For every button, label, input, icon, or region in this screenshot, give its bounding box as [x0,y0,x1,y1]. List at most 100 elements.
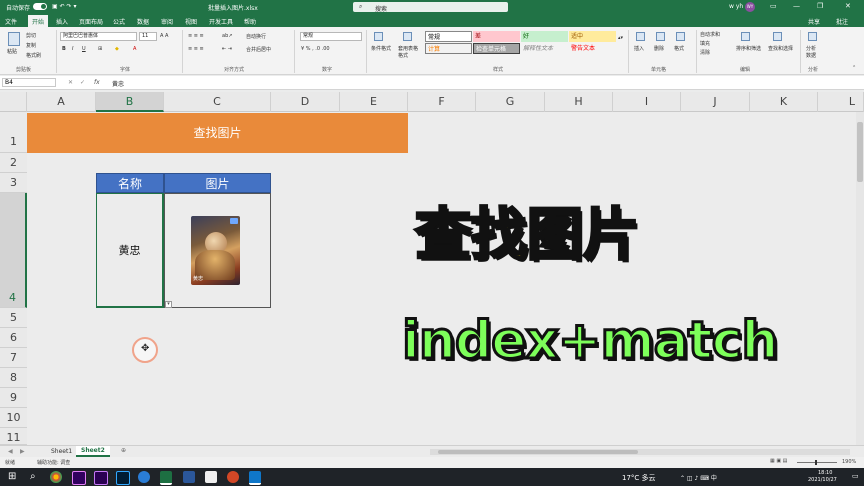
font-name-select[interactable]: 阿里巴巴普惠体 [60,32,137,41]
photoshop-icon[interactable] [116,471,130,485]
column-header[interactable]: D [271,92,340,112]
align-left-icon[interactable]: ≡ ≡ ≡ [188,46,204,52]
prev-sheet-icon[interactable]: ◀ [8,448,13,455]
tray-icons[interactable]: ⌃ ◫ ♪ ⌨ 中 [680,473,717,482]
column-header[interactable]: I [613,92,681,112]
row-header[interactable]: 6 [0,328,27,348]
column-header[interactable]: C [164,92,271,112]
row-header[interactable]: 1 [0,112,27,153]
row-header[interactable]: 10 [0,408,27,428]
row-header[interactable]: 8 [0,368,27,388]
font-color-icon[interactable]: A [133,46,136,52]
sort-filter-icon[interactable] [741,32,750,41]
row-header[interactable]: 5 [0,308,27,328]
chrome-icon[interactable] [50,471,62,483]
column-header[interactable]: A [27,92,96,112]
analyze-data-button[interactable]: 分析数据 [806,45,820,59]
weather-status[interactable]: 17°C 多云 [622,473,656,483]
sheet-tab-active[interactable]: Sheet2 [76,446,110,457]
format-cells-icon[interactable] [676,32,685,41]
recorder-icon[interactable] [249,471,261,485]
excel-icon[interactable] [160,471,172,485]
search-icon[interactable]: ⌕ [30,471,36,482]
orientation-icon[interactable]: ab↗ [222,33,232,39]
premiere-icon[interactable] [72,471,86,485]
row-header[interactable]: 11 [0,428,27,445]
row-header[interactable]: 9 [0,388,27,408]
comment-button[interactable]: 批注 [836,17,848,26]
add-sheet-icon[interactable]: ⊕ [121,447,126,454]
column-header[interactable]: J [681,92,750,112]
styles-more-icon[interactable]: ▴▾ [618,35,623,41]
zoom-level[interactable]: 190% [842,459,856,465]
notification-icon[interactable]: ▭ [852,472,859,480]
restore-icon[interactable]: ❐ [817,2,823,10]
horizontal-scrollbar[interactable] [430,449,850,455]
column-header[interactable]: H [545,92,613,112]
style-check-cell[interactable]: 检查单元格 [473,43,520,54]
sort-filter-button[interactable]: 排序和筛选 [736,45,761,52]
close-icon[interactable]: ✕ [845,2,851,10]
column-header[interactable]: K [750,92,818,112]
autosum-button[interactable]: 自动求和 [700,31,720,38]
function-icon[interactable]: fx [94,79,100,86]
style-bad[interactable]: 差 [473,31,520,42]
row-header[interactable]: 7 [0,348,27,368]
number-format-select[interactable]: 常规 [300,32,362,41]
font-grow-icon[interactable]: A A [160,33,168,39]
paste-button[interactable]: 粘贴 [7,48,17,55]
tab-developer[interactable]: 开发工具 [209,17,233,26]
selected-cell-b4[interactable]: 黄忠 [96,193,164,308]
tab-insert[interactable]: 插入 [56,17,68,26]
currency-icon[interactable]: ¥ % , .0 .00 [301,46,330,52]
select-all-corner[interactable] [0,92,27,112]
accessibility-status[interactable]: 辅助功能: 调查 [37,459,70,466]
tab-review[interactable]: 审阅 [161,17,173,26]
style-good[interactable]: 好 [521,31,568,42]
tab-data[interactable]: 数据 [137,17,149,26]
table-format-button[interactable]: 套用表格格式 [398,45,422,59]
cut-button[interactable]: 剪切 [26,32,36,39]
cancel-icon[interactable]: ✕ [68,79,73,86]
windows-start-icon[interactable]: ⊞ [8,471,16,482]
insert-cells-icon[interactable] [636,32,645,41]
delete-cells-icon[interactable] [656,32,665,41]
save-icon[interactable]: ▣ ↶ ↷ ▾ [52,3,76,10]
vertical-scrollbar[interactable] [856,112,864,445]
edge-icon[interactable] [138,471,150,483]
clear-button[interactable]: 清除 [700,49,710,56]
align-top-icon[interactable]: ≡ ≡ ≡ [188,33,204,39]
column-header[interactable]: B [96,92,164,112]
column-header[interactable]: L [818,92,864,112]
tab-formulas[interactable]: 公式 [113,17,125,26]
enter-icon[interactable]: ✓ [80,79,85,86]
powerpoint-icon[interactable] [227,471,239,483]
zoom-slider[interactable] [797,460,837,465]
tab-page-layout[interactable]: 页面布局 [79,17,103,26]
share-button[interactable]: 共享 [808,17,820,26]
premiere-2-icon[interactable] [94,471,108,485]
delete-cells-button[interactable]: 删除 [654,45,664,52]
italic-icon[interactable]: I [72,46,73,52]
copy-button[interactable]: 复制 [26,42,36,49]
row-header[interactable]: 2 [0,153,27,173]
insert-cells-button[interactable]: 插入 [634,45,644,52]
next-sheet-icon[interactable]: ▶ [20,448,25,455]
border-icon[interactable]: ⊞ [98,46,102,52]
word-icon[interactable] [183,471,195,483]
column-header[interactable]: E [340,92,408,112]
find-select-icon[interactable] [773,32,782,41]
bold-icon[interactable]: B [62,46,66,52]
style-explanatory[interactable]: 解释性文本 [521,43,568,54]
font-size-select[interactable]: 11 [139,32,157,41]
formula-input[interactable]: 黄忠 [112,79,124,88]
sheet-tab[interactable]: Sheet1 [46,447,77,456]
style-normal[interactable]: 常规 [425,31,472,42]
view-buttons[interactable]: ▦ ▣ ▤ [770,458,787,464]
search-box[interactable]: ⌕ 搜索 [353,2,508,13]
analyze-data-icon[interactable] [808,32,817,41]
tab-view[interactable]: 视图 [185,17,197,26]
column-header[interactable]: F [408,92,476,112]
collapse-ribbon-icon[interactable]: ⌃ [852,65,856,71]
style-neutral[interactable]: 适中 [569,31,616,42]
